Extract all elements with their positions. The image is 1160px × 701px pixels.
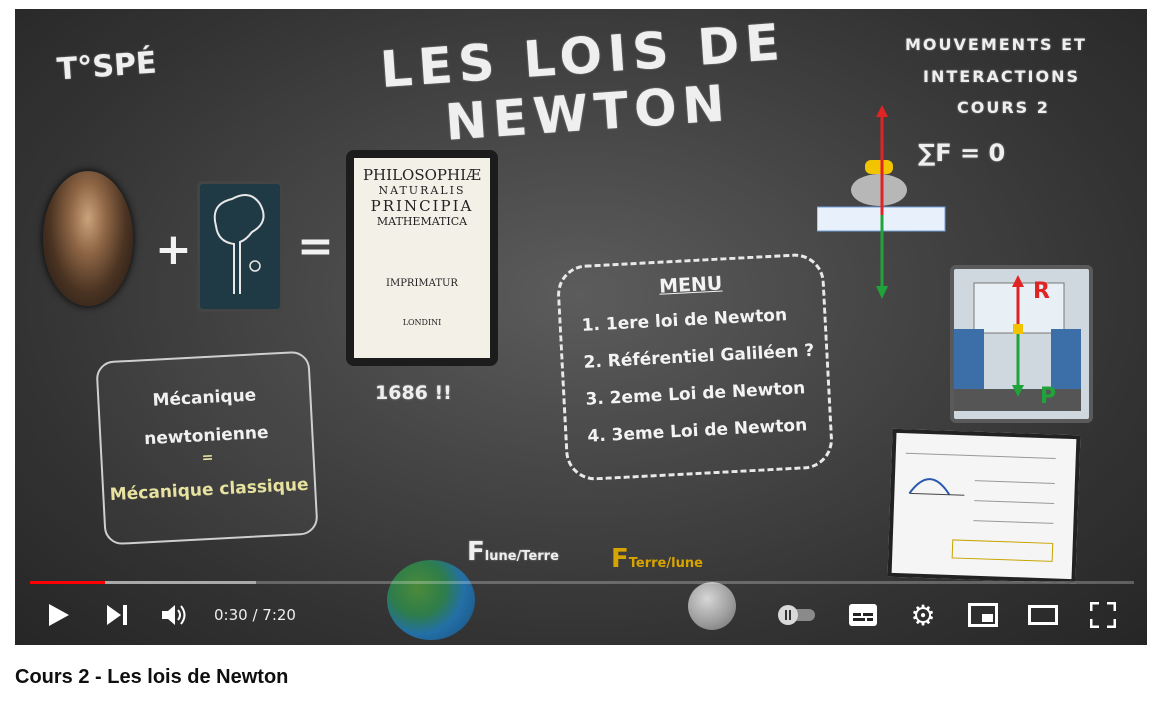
menu-item-2: 2. Référentiel Galiléen ? [583,340,815,373]
force-terre-lune-main: F [611,544,629,574]
progress-played [30,581,105,584]
play-button[interactable] [41,597,77,633]
book-line-3: PRINCIPIA [370,197,474,216]
subtitles-button[interactable] [845,597,881,633]
weight-vector-label: P [1040,384,1057,409]
slide-topic-2: INTERACTIONS [923,67,1081,86]
settings-button[interactable]: ⚙ [905,597,941,633]
menu-title: MENU [658,272,723,298]
progress-bar[interactable] [30,581,1134,584]
sum-force-formula: ∑F = 0 [918,139,1006,167]
slide-menu: MENU 1. 1ere loi de Newton 2. Référentie… [555,252,835,482]
time-separator: / [247,606,263,624]
autoplay-toggle-icon [778,605,815,625]
volume-icon [162,605,186,625]
time-total: 7:20 [262,606,296,624]
book-line-5: IMPRIMATUR [386,278,458,290]
book-line-2: NATURALIS [378,184,466,197]
meca-line-1: Mécanique [152,385,257,411]
video-title: Cours 2 - Les lois de Newton [15,666,289,688]
miniplayer-button[interactable] [965,597,1001,633]
book-line-4: MATHEMATICA [376,215,468,229]
apple-tree-drawing [197,181,283,312]
slide-level-label: T°SPÉ [55,45,158,88]
book-line-1: PHILOSOPHIÆ [362,166,482,184]
force-lune-terre-main: F [467,537,485,567]
next-button[interactable] [99,597,135,633]
slide-topic-3: COURS 2 [957,98,1050,117]
next-icon [107,605,127,625]
principia-book-cover: PHILOSOPHIÆ NATURALIS PRINCIPIA MATHEMAT… [346,150,498,366]
autoplay-toggle[interactable] [775,597,819,633]
mecanique-box: Mécanique newtonienne = Mécanique classi… [95,350,319,546]
fullscreen-button[interactable] [1085,597,1121,633]
fullscreen-icon [1090,602,1116,628]
meca-line-4: Mécanique classique [109,474,310,506]
time-current: 0:30 [214,606,248,624]
earth-image [387,560,475,640]
miniplayer-icon [968,603,998,627]
reaction-vector-label: R [1033,279,1050,304]
play-icon [49,604,69,626]
subtitles-icon [849,604,877,626]
force-lune-terre-sub: lune/Terre [484,549,559,564]
equations-sheet [887,428,1081,584]
equals-sign: = [297,221,334,272]
time-display: 0:30 / 7:20 [214,606,296,624]
theater-icon [1028,605,1058,625]
newton-portrait [43,171,133,306]
train-diagram [950,265,1093,423]
plus-sign: + [155,224,192,275]
force-terre-lune-label: FTerre/lune [611,544,703,574]
publication-year: 1686 !! [375,382,452,404]
menu-item-1: 1. 1ere loi de Newton [581,305,788,336]
volume-button[interactable] [157,597,193,633]
menu-item-4: 4. 3eme Loi de Newton [586,415,808,447]
video-player[interactable]: T°SPÉ LES LOIS DE NEWTON MOUVEMENTS ET I… [15,9,1147,645]
curling-stone-diagram [816,105,952,305]
force-lune-terre-label: Flune/Terre [467,537,559,567]
settings-icon: ⚙ [910,598,936,632]
menu-item-3: 3. 2eme Loi de Newton [585,378,806,410]
moon-image [688,582,736,630]
force-terre-lune-sub: Terre/lune [628,556,703,571]
theater-button[interactable] [1025,597,1061,633]
slide-topic-1: MOUVEMENTS ET [905,35,1087,54]
book-line-6: LONDINI [402,318,442,328]
